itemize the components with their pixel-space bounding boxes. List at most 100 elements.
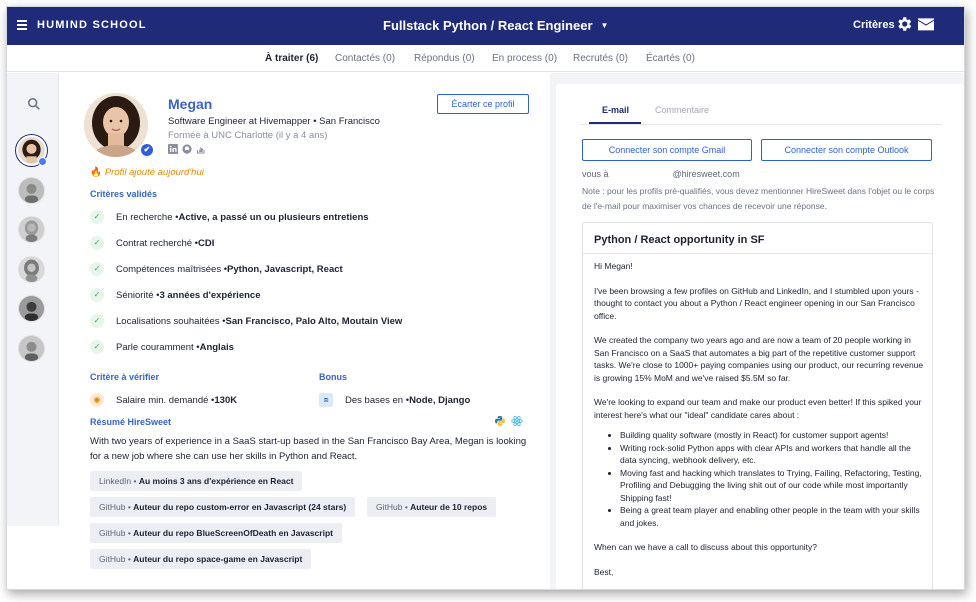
chip-text: Auteur du repo custom-error en Javascrip… xyxy=(133,502,347,512)
evidence-chip: GitHub • Auteur du repo BlueScreenOfDeat… xyxy=(90,523,342,543)
criteres-link[interactable]: Critères xyxy=(853,19,895,31)
criterion-value: Node, Django xyxy=(409,394,471,406)
linkedin-icon[interactable] xyxy=(168,144,178,154)
candidate-name[interactable]: Megan xyxy=(168,96,212,112)
email-greeting: Hi Megan! xyxy=(594,261,633,271)
chip-text: Auteur du repo space-game en Javascript xyxy=(133,554,303,564)
check-icon: ✓ xyxy=(90,288,104,302)
mail-icon[interactable] xyxy=(918,17,934,31)
evidence-chip: LinkedIn • Au moins 3 ans d'expérience e… xyxy=(90,471,303,491)
chip-text: Au moins 3 ans d'expérience en React xyxy=(138,476,294,486)
tab-email[interactable]: E-mail xyxy=(602,105,629,115)
criterion-row: ✓ En recherche • Active, a passé un ou pl… xyxy=(90,210,369,224)
criterion-label: En recherche • xyxy=(116,211,179,223)
connect-outlook-button[interactable]: Connecter son compte Outlook xyxy=(761,139,932,161)
tab-repondus[interactable]: Répondus (0) xyxy=(414,53,475,64)
tab-contactes[interactable]: Contactés (0) xyxy=(335,53,395,64)
verified-badge xyxy=(38,157,47,166)
tabs-divider xyxy=(580,124,942,125)
to-verify-title: Critère à vérifier xyxy=(90,372,160,382)
profile-added-notice: 🔥 Profil ajouté aujourd'hui xyxy=(90,167,204,178)
profile-panel: ✔ Megan Software Engineer at Hivemapper … xyxy=(60,73,550,589)
summary-title: Résumé HireSweet xyxy=(90,417,172,427)
job-selector[interactable]: Fullstack Python / React Engineer ▼ xyxy=(383,18,608,33)
recipient-prefix: vous à xyxy=(582,169,609,179)
email-paragraph: We created the company two years ago and… xyxy=(594,335,924,383)
chip-source: GitHub • xyxy=(99,554,134,564)
candidate-avatar[interactable] xyxy=(18,335,45,362)
status-tabs: À traiter (6) Contactés (0) Répondus (0)… xyxy=(7,45,964,72)
bonus-icon: ⧈ xyxy=(319,393,333,407)
candidate-avatar[interactable] xyxy=(18,295,45,322)
email-panel: E-mail Commentaire Connecter son compte … xyxy=(556,84,964,589)
candidate-avatar[interactable] xyxy=(18,177,45,204)
email-closing-question: When can we have a call to discuss about… xyxy=(594,542,818,552)
verified-check-icon: ✔ xyxy=(139,142,155,158)
criterion-label: Contrat recherché • xyxy=(116,237,199,249)
chip-source: GitHub • xyxy=(99,502,134,512)
connect-gmail-button[interactable]: Connecter son compte Gmail xyxy=(582,139,752,161)
to-verify-row: ◉ Salaire min. demandé • 130K xyxy=(90,393,237,407)
prequal-note: Note : pour les profils pré-qualifiés, v… xyxy=(582,186,935,211)
top-bar: HUMIND SCHOOL Fullstack Python / React E… xyxy=(7,7,964,45)
criterion-label: Localisations souhaitées • xyxy=(116,315,226,327)
search-icon[interactable] xyxy=(27,97,41,111)
candidate-headline: Software Engineer at Hivemapper • San Fr… xyxy=(168,116,380,127)
tab-commentaire[interactable]: Commentaire xyxy=(655,105,709,115)
gear-icon[interactable] xyxy=(895,15,913,33)
stackoverflow-icon[interactable] xyxy=(196,144,206,154)
bonus-row: ⧈ Des bases en • Node, Django xyxy=(319,393,470,407)
criterion-value: Python, Javascript, React xyxy=(227,263,343,275)
profile-added-label: Profil ajouté aujourd'hui xyxy=(104,167,204,178)
react-icon xyxy=(511,415,523,427)
email-subject[interactable]: Python / React opportunity in SF xyxy=(594,234,765,246)
evidence-chip: GitHub • Auteur du repo space-game en Ja… xyxy=(90,549,312,569)
email-editor[interactable]: Python / React opportunity in SF Hi Mega… xyxy=(582,222,933,589)
criterion-row: ✓ Compétences maîtrisées • Python, Javasc… xyxy=(90,262,343,276)
criterion-value: Anglais xyxy=(199,341,234,353)
email-bullet: Building quality software (mostly in Rea… xyxy=(620,429,924,442)
criterion-row: ✓ Contrat recherché • CDI xyxy=(90,236,214,250)
email-bullet: Writing rock-solid Python apps with clea… xyxy=(620,442,924,467)
tab-a-traiter[interactable]: À traiter (6) xyxy=(265,53,318,64)
criterion-row: ✓ Parle couramment • Anglais xyxy=(90,340,234,354)
criterion-label: Compétences maîtrisées • xyxy=(116,263,228,275)
subject-divider xyxy=(583,253,932,254)
email-body[interactable]: Hi Megan! I've been browsing a few profi… xyxy=(594,260,924,589)
menu-icon[interactable] xyxy=(17,18,31,32)
tab-en-process[interactable]: En process (0) xyxy=(492,53,557,64)
validated-criteria-title: Critères validés xyxy=(90,189,158,199)
criterion-label: Salaire min. demandé • xyxy=(116,394,215,406)
job-title: Fullstack Python / React Engineer xyxy=(383,18,593,33)
criterion-label: Des bases en • xyxy=(345,394,410,406)
check-icon: ✓ xyxy=(90,340,104,354)
tab-ecartes[interactable]: Écartés (0) xyxy=(646,53,695,64)
check-icon: ✓ xyxy=(90,210,104,224)
candidate-avatar[interactable] xyxy=(18,216,45,243)
summary-text: With two years of experience in a SaaS s… xyxy=(90,436,527,462)
check-icon: ✓ xyxy=(90,236,104,250)
email-signoff: Best, xyxy=(594,566,614,577)
ecarter-profil-button[interactable]: Écarter ce profil xyxy=(437,94,529,114)
bonus-title: Bonus xyxy=(319,372,347,382)
email-paragraph: I've been browsing a few profiles on Git… xyxy=(594,285,919,321)
tab-recrutes[interactable]: Recrutés (0) xyxy=(573,53,628,64)
social-links xyxy=(168,144,206,154)
evidence-chip: GitHub • Auteur de 10 repos xyxy=(367,497,497,517)
email-paragraph: We're looking to expand our team and mak… xyxy=(594,397,922,420)
recipient-line: vous à @hiresweet.com xyxy=(582,168,740,179)
app-window: HUMIND SCHOOL Fullstack Python / React E… xyxy=(6,6,965,590)
candidate-avatar[interactable] xyxy=(18,256,45,283)
check-icon: ✓ xyxy=(90,262,104,276)
criterion-label: Séniorité • xyxy=(116,289,160,301)
github-icon[interactable] xyxy=(182,144,192,154)
criterion-row: ✓ Localisations souhaitées • San Francisc… xyxy=(90,314,402,328)
criterion-value: CDI xyxy=(198,237,215,249)
fire-icon: 🔥 xyxy=(90,167,102,178)
criterion-value: 130K xyxy=(214,394,238,406)
chip-source: GitHub • xyxy=(99,528,134,538)
chevron-down-icon: ▼ xyxy=(600,21,609,30)
active-tab-indicator xyxy=(589,122,641,124)
criterion-label: Parle couramment • xyxy=(116,341,200,353)
check-icon: ✓ xyxy=(90,314,104,328)
